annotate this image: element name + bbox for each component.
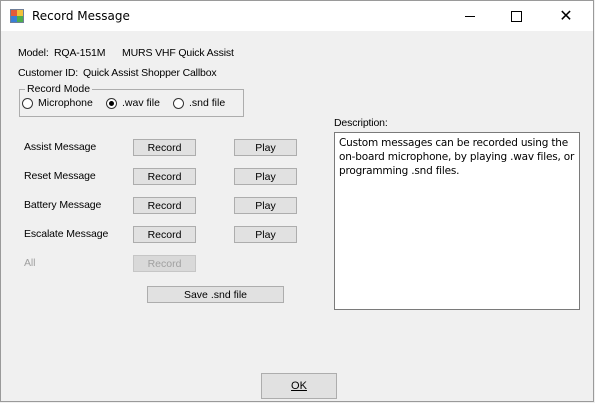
minimize-icon	[465, 15, 475, 17]
record-mode-title: Record Mode	[25, 83, 93, 95]
radio-microphone[interactable]	[22, 98, 33, 109]
app-window-icon	[10, 9, 24, 23]
description-label: Description:	[334, 117, 388, 129]
customer-id-value: Quick Assist Shopper Callbox	[83, 67, 217, 79]
model-label: Model:	[18, 47, 49, 59]
minimize-button[interactable]	[447, 1, 493, 31]
reset-record-button[interactable]: Record	[133, 168, 196, 185]
ok-button[interactable]: OK	[261, 373, 337, 399]
description-text[interactable]: Custom messages can be recorded using th…	[334, 132, 580, 310]
maximize-button[interactable]	[493, 1, 539, 31]
assist-record-button[interactable]: Record	[133, 139, 196, 156]
reset-play-button[interactable]: Play	[234, 168, 297, 185]
model-value: RQA-151M	[54, 47, 106, 59]
battery-message-label: Battery Message	[24, 199, 102, 211]
escalate-play-button[interactable]: Play	[234, 226, 297, 243]
escalate-message-label: Escalate Message	[24, 228, 109, 240]
customer-id-label: Customer ID:	[18, 67, 79, 79]
record-message-window: Record Message ✕ Model: RQA-151M MURS VH…	[0, 0, 594, 402]
escalate-record-button[interactable]: Record	[133, 226, 196, 243]
radio-snd-file[interactable]	[173, 98, 184, 109]
radio-snd-file-label[interactable]: .snd file	[189, 97, 225, 109]
assist-play-button[interactable]: Play	[234, 139, 297, 156]
window-title: Record Message	[32, 9, 130, 23]
battery-record-button[interactable]: Record	[133, 197, 196, 214]
maximize-icon	[510, 10, 522, 22]
battery-play-button[interactable]: Play	[234, 197, 297, 214]
radio-wav-file[interactable]	[106, 98, 117, 109]
title-bar[interactable]: Record Message ✕	[1, 1, 593, 31]
save-snd-file-button[interactable]: Save .snd file	[147, 286, 284, 303]
model-description: MURS VHF Quick Assist	[122, 47, 234, 59]
reset-message-label: Reset Message	[24, 170, 96, 182]
radio-wav-file-label[interactable]: .wav file	[122, 97, 160, 109]
assist-message-label: Assist Message	[24, 141, 97, 153]
close-icon: ✕	[559, 6, 573, 25]
all-record-button: Record	[133, 255, 196, 272]
radio-microphone-label[interactable]: Microphone	[38, 97, 93, 109]
close-button[interactable]: ✕	[539, 1, 593, 31]
ok-button-label: OK	[291, 380, 307, 392]
all-label: All	[24, 257, 36, 269]
